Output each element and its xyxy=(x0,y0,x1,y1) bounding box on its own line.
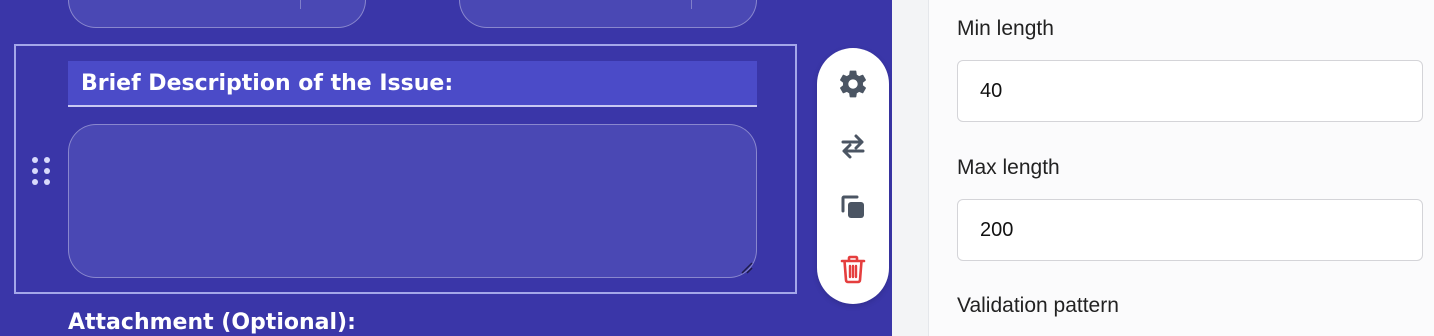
trash-icon xyxy=(840,255,866,284)
validation-pattern-label: Validation pattern xyxy=(957,294,1119,317)
question-label-text: Brief Description of the Issue: xyxy=(81,70,454,96)
previous-select-field-left[interactable] xyxy=(68,0,366,28)
select-divider xyxy=(691,0,692,9)
max-length-label: Max length xyxy=(957,156,1060,179)
next-question-label[interactable]: Attachment (Optional): xyxy=(68,310,356,335)
resize-grip-icon[interactable] xyxy=(739,260,753,274)
min-length-input[interactable] xyxy=(957,60,1423,122)
max-length-input[interactable] xyxy=(957,199,1423,261)
swap-arrows-icon xyxy=(841,134,865,159)
select-divider xyxy=(300,0,301,9)
form-canvas: Brief Description of the Issue: Attachme… xyxy=(0,0,892,336)
question-label[interactable]: Brief Description of the Issue: xyxy=(68,61,757,107)
swap-button[interactable] xyxy=(835,128,871,164)
duplicate-button[interactable] xyxy=(835,189,871,225)
block-toolbar xyxy=(817,48,889,304)
min-length-label: Min length xyxy=(957,17,1054,40)
description-textarea[interactable] xyxy=(68,124,757,278)
previous-select-field-right[interactable] xyxy=(459,0,757,28)
settings-panel: Min length Max length Validation pattern xyxy=(892,0,1434,336)
gear-icon xyxy=(840,70,866,98)
delete-button[interactable] xyxy=(835,251,871,287)
settings-panel-content: Min length Max length Validation pattern xyxy=(928,0,1434,336)
settings-button[interactable] xyxy=(835,66,871,102)
drag-handle-icon[interactable] xyxy=(30,156,52,186)
copy-icon xyxy=(841,195,864,218)
